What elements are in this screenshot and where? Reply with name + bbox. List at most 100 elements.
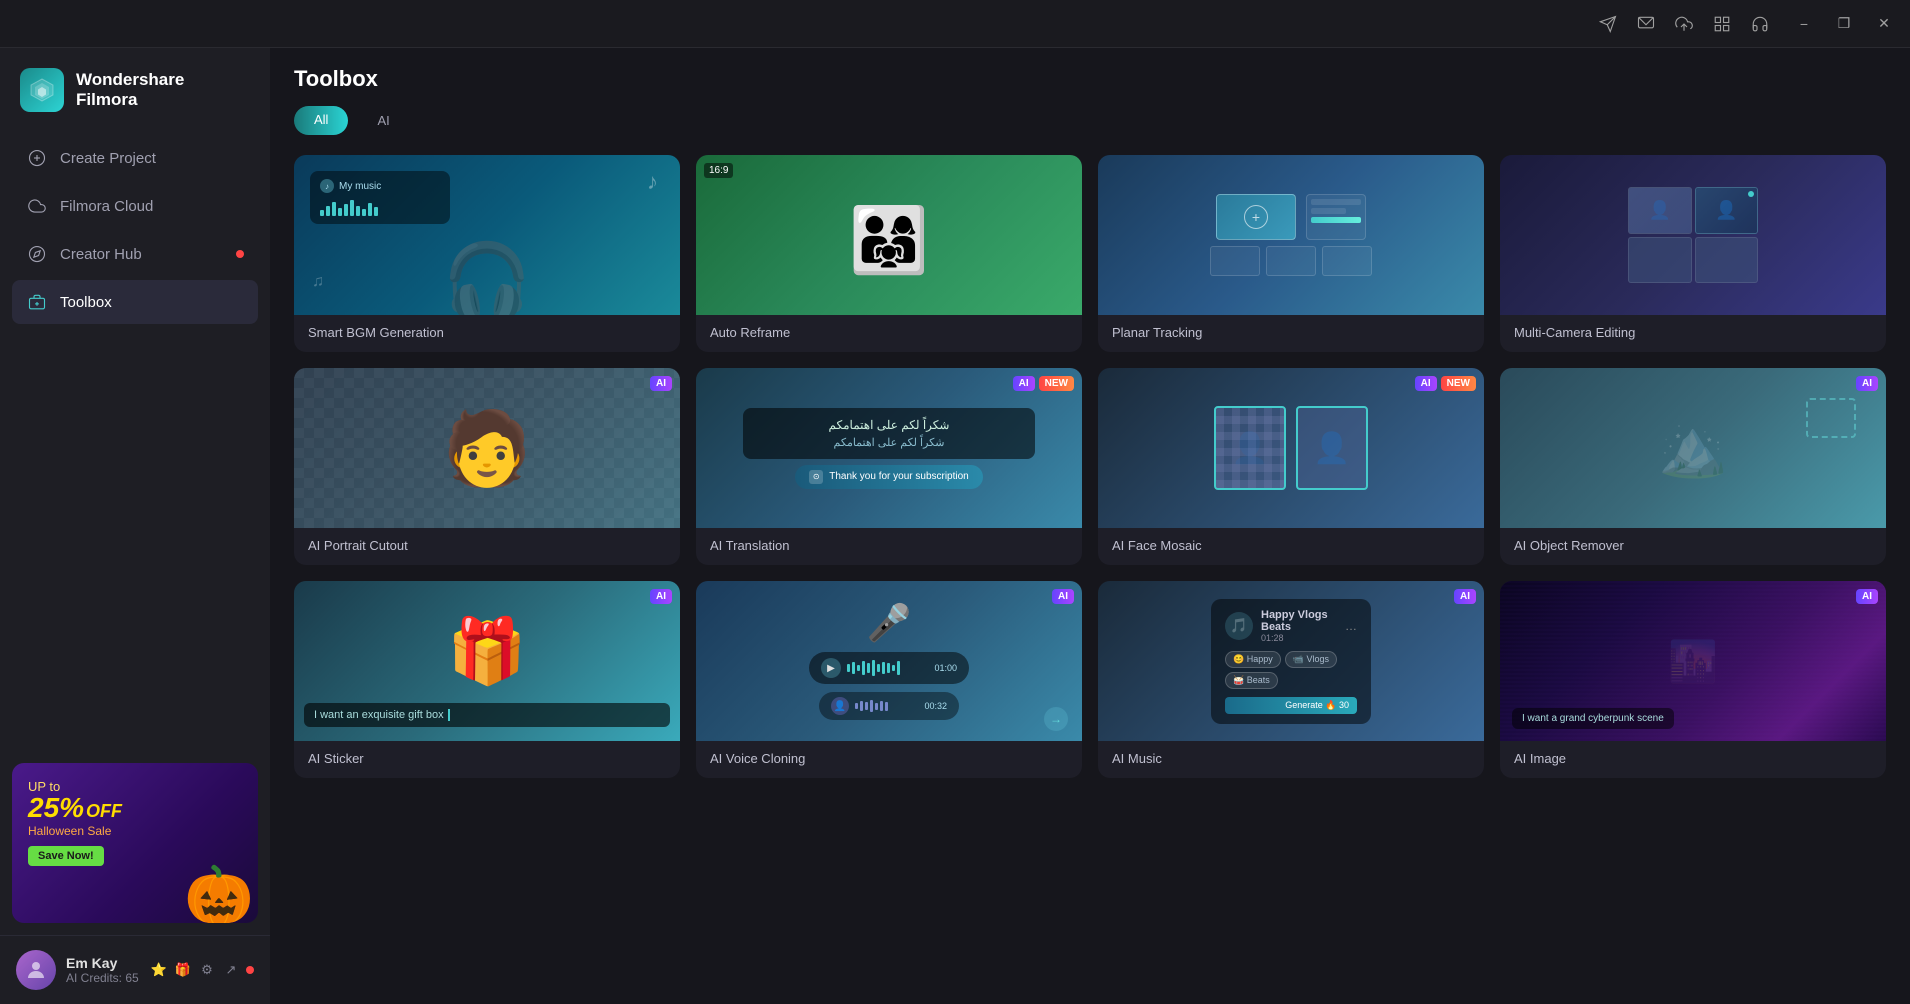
tool-card-multi-camera[interactable]: 👤 👤 Multi-Camera Editing xyxy=(1500,155,1886,352)
tool-label: Multi-Camera Editing xyxy=(1500,315,1886,352)
toolbox-grid: 🎧 ♪ My music xyxy=(270,151,1910,1004)
tool-label: Planar Tracking xyxy=(1098,315,1484,352)
ai-image-prompt: I want a grand cyberpunk scene xyxy=(1512,708,1674,729)
ai-badge: AI xyxy=(1454,589,1476,604)
ai-badge: AI xyxy=(650,376,672,391)
ai-badge: AI xyxy=(1856,589,1878,604)
user-notification-dot xyxy=(246,966,254,974)
window-controls: − ❐ ✕ xyxy=(1790,10,1898,38)
tool-card-ai-translation[interactable]: AI NEW شكراً لكم على اهتمامكم شكراً لكم … xyxy=(696,368,1082,565)
promo-halloween-text: Halloween Sale xyxy=(28,824,122,838)
minimize-button[interactable]: − xyxy=(1790,10,1818,38)
user-credits: AI Credits: 65 xyxy=(66,971,140,985)
content-header: Toolbox All AI xyxy=(270,48,1910,151)
tool-thumb-reframe: 16:9 👨‍👩‍👧 xyxy=(696,155,1082,315)
tool-label: AI Portrait Cutout xyxy=(294,528,680,565)
tool-label: AI Music xyxy=(1098,741,1484,778)
title-bar-icons xyxy=(1598,14,1770,34)
app-name: Wondershare Filmora xyxy=(76,70,184,111)
avatar xyxy=(16,950,56,990)
tool-thumb-translation: AI NEW شكراً لكم على اهتمامكم شكراً لكم … xyxy=(696,368,1082,528)
upload-icon[interactable] xyxy=(1674,14,1694,34)
sidebar-item-toolbox[interactable]: Toolbox xyxy=(12,280,258,324)
message-icon[interactable] xyxy=(1636,14,1656,34)
star-icon[interactable]: ⭐ xyxy=(150,961,168,979)
sidebar-item-creator-hub[interactable]: Creator Hub xyxy=(12,232,258,276)
aspect-badge: 16:9 xyxy=(704,163,733,178)
tool-thumb-aiimage: AI 🌆 I want a grand cyberpunk scene xyxy=(1500,581,1886,741)
tool-card-smart-bgm[interactable]: 🎧 ♪ My music xyxy=(294,155,680,352)
tool-thumb-bgm: 🎧 ♪ My music xyxy=(294,155,680,315)
user-actions: ⭐ 🎁 ⚙ ↗ xyxy=(150,961,254,979)
sidebar: Wondershare Filmora Create Project xyxy=(0,48,270,1004)
plus-circle-icon xyxy=(26,147,48,169)
tool-thumb-multicam: 👤 👤 xyxy=(1500,155,1886,315)
title-bar: − ❐ ✕ xyxy=(0,0,1910,48)
filter-tab-all[interactable]: All xyxy=(294,106,348,135)
music-time: 01:28 xyxy=(1261,633,1337,643)
tool-label: AI Sticker xyxy=(294,741,680,778)
headset-icon[interactable] xyxy=(1750,14,1770,34)
ai-badge: AI xyxy=(650,589,672,604)
compass-icon xyxy=(26,243,48,265)
tool-label: Auto Reframe xyxy=(696,315,1082,352)
sidebar-item-filmora-cloud[interactable]: Filmora Cloud xyxy=(12,184,258,228)
sticker-prompt: I want an exquisite gift box xyxy=(304,703,670,727)
tool-label: Smart BGM Generation xyxy=(294,315,680,352)
tool-card-ai-portrait[interactable]: AI 🧑 AI Portrait Cutout xyxy=(294,368,680,565)
filter-tab-ai[interactable]: AI xyxy=(356,106,410,135)
promo-content: UP to 25%OFF Halloween Sale Save Now! xyxy=(28,779,122,866)
tool-card-ai-voice-cloning[interactable]: AI 🎤 ▶ xyxy=(696,581,1082,778)
sidebar-item-create-project[interactable]: Create Project xyxy=(12,136,258,180)
promo-percent: 25%OFF xyxy=(28,794,122,822)
user-info: Em Kay AI Credits: 65 xyxy=(66,955,140,985)
user-name: Em Kay xyxy=(66,955,140,971)
tool-thumb-planar: + xyxy=(1098,155,1484,315)
grid-icon[interactable] xyxy=(1712,14,1732,34)
close-button[interactable]: ✕ xyxy=(1870,10,1898,38)
tool-card-planar-tracking[interactable]: + xyxy=(1098,155,1484,352)
app-body: Wondershare Filmora Create Project xyxy=(0,48,1910,1004)
promo-save-button[interactable]: Save Now! xyxy=(28,846,104,866)
tool-label: AI Voice Cloning xyxy=(696,741,1082,778)
music-title: Happy Vlogs Beats xyxy=(1261,609,1337,633)
cloud-icon xyxy=(26,195,48,217)
tool-card-ai-music[interactable]: AI 🎵 Happy Vlogs Beats 01:28 … xyxy=(1098,581,1484,778)
music-player-ui: 🎵 Happy Vlogs Beats 01:28 … 😊 Happy 📹 Vl… xyxy=(1211,599,1371,724)
generate-button[interactable]: Generate 🔥 30 xyxy=(1225,697,1357,714)
ai-badge: AI xyxy=(1856,376,1878,391)
pumpkin-icon: 🎃 xyxy=(184,867,254,923)
gift-icon[interactable]: 🎁 xyxy=(174,961,192,979)
tool-thumb-mosaic: AI NEW 👤 👤 xyxy=(1098,368,1484,528)
tool-card-ai-face-mosaic[interactable]: AI NEW 👤 👤 AI Face Mosaic xyxy=(1098,368,1484,565)
tool-card-ai-object-remover[interactable]: AI 🏔️ AI Object Remover xyxy=(1500,368,1886,565)
app-logo-icon xyxy=(20,68,64,112)
tool-thumb-objremover: AI 🏔️ xyxy=(1500,368,1886,528)
tool-thumb-voiceclone: AI 🎤 ▶ xyxy=(696,581,1082,741)
ai-badge: AI xyxy=(1052,589,1074,604)
music-tags: 😊 Happy 📹 Vlogs 🥁 Beats xyxy=(1225,651,1357,689)
promo-banner[interactable]: UP to 25%OFF Halloween Sale Save Now! 🎃 xyxy=(12,763,258,923)
send-icon[interactable] xyxy=(1598,14,1618,34)
main-content: Toolbox All AI 🎧 ♪ My music xyxy=(270,48,1910,1004)
toolbox-icon xyxy=(26,291,48,313)
tool-card-auto-reframe[interactable]: 16:9 👨‍👩‍👧 Auto Reframe xyxy=(696,155,1082,352)
user-area: Em Kay AI Credits: 65 ⭐ 🎁 ⚙ ↗ xyxy=(0,935,270,1004)
sidebar-item-label: Creator Hub xyxy=(60,246,142,263)
sidebar-nav: Create Project Filmora Cloud Creato xyxy=(0,136,270,751)
sidebar-item-label: Filmora Cloud xyxy=(60,198,153,215)
tool-card-ai-image[interactable]: AI 🌆 I want a grand cyberpunk scene AI I… xyxy=(1500,581,1886,778)
promo-off-inline: OFF xyxy=(86,801,122,821)
tool-card-ai-sticker[interactable]: AI 🎁 I want an exquisite gift box AI Sti… xyxy=(294,581,680,778)
sidebar-item-label: Create Project xyxy=(60,150,156,167)
ai-badge: AI NEW xyxy=(1013,376,1074,391)
tool-thumb-sticker: AI 🎁 I want an exquisite gift box xyxy=(294,581,680,741)
tool-label: AI Face Mosaic xyxy=(1098,528,1484,565)
tool-label: AI Object Remover xyxy=(1500,528,1886,565)
page-title: Toolbox xyxy=(294,66,1886,92)
tool-label: AI Image xyxy=(1500,741,1886,778)
settings-icon[interactable]: ⚙ xyxy=(198,961,216,979)
restore-button[interactable]: ❐ xyxy=(1830,10,1858,38)
share-icon[interactable]: ↗ xyxy=(222,961,240,979)
tool-thumb-portrait: AI 🧑 xyxy=(294,368,680,528)
